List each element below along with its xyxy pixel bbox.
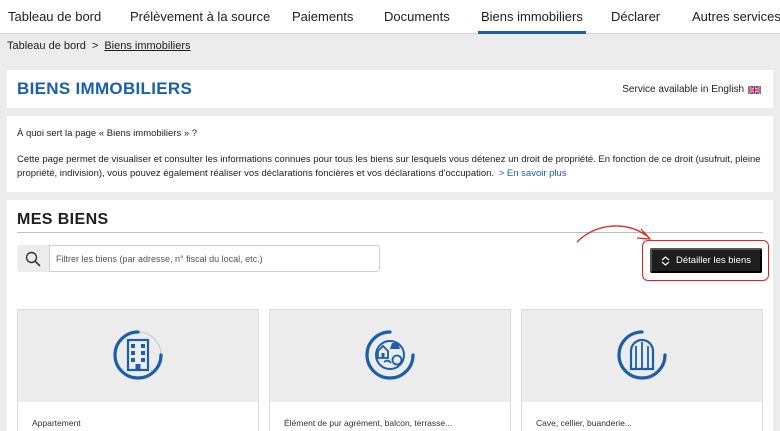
card-image-area xyxy=(522,310,762,402)
english-service-label: Service available in English xyxy=(622,84,744,95)
top-navigation: Tableau de bord Prélèvement à la source … xyxy=(0,0,780,34)
card-label: Cave, cellier, buanderie... xyxy=(536,418,632,428)
breadcrumb-home[interactable]: Tableau de bord xyxy=(7,40,86,52)
page-title: BIENS IMMOBILIERS xyxy=(17,79,193,98)
nav-item-tableau-de-bord[interactable]: Tableau de bord xyxy=(8,9,101,24)
cellar-icon xyxy=(617,330,667,380)
breadcrumb-current[interactable]: Biens immobiliers xyxy=(104,40,190,52)
detail-biens-button[interactable]: Détailler les biens xyxy=(650,248,762,273)
title-panel: BIENS IMMOBILIERS Service available in E… xyxy=(7,70,773,108)
learn-more-link[interactable]: > En savoir plus xyxy=(499,168,567,179)
card-image-area xyxy=(18,310,258,402)
info-text: Cette page permet de visualiser et consu… xyxy=(17,153,765,181)
property-card-agrement[interactable]: Élément de pur agrément, balcon, terrass… xyxy=(269,309,511,431)
property-card-cave[interactable]: Cave, cellier, buanderie... xyxy=(521,309,763,431)
search-bar xyxy=(17,245,380,272)
info-panel: À quoi sert la page « Biens immobiliers … xyxy=(7,116,773,192)
uk-flag-icon xyxy=(748,85,761,94)
info-description: Cette page permet de visualiser et consu… xyxy=(17,154,761,179)
nav-item-documents[interactable]: Documents xyxy=(384,9,450,24)
card-image-area xyxy=(270,310,510,402)
section-title: MES BIENS xyxy=(17,211,109,228)
nav-item-biens-immobiliers[interactable]: Biens immobiliers xyxy=(478,9,586,34)
nav-item-prelevement[interactable]: Prélèvement à la source xyxy=(130,9,270,24)
info-question: À quoi sert la page « Biens immobiliers … xyxy=(17,128,198,139)
apartment-building-icon xyxy=(113,330,163,380)
detail-biens-label: Détailler les biens xyxy=(676,255,751,266)
nav-item-paiements[interactable]: Paiements xyxy=(292,9,353,24)
nav-item-declarer[interactable]: Déclarer xyxy=(611,9,660,24)
mes-biens-panel: MES BIENS Détailler les biens xyxy=(7,200,773,431)
card-label: Élément de pur agrément, balcon, terrass… xyxy=(284,418,453,428)
nav-item-autres-services[interactable]: Autres services xyxy=(692,9,780,24)
leisure-elements-icon xyxy=(365,330,415,380)
search-input[interactable] xyxy=(49,245,380,272)
breadcrumb-separator: > xyxy=(91,40,99,52)
expand-collapse-icon xyxy=(661,255,670,266)
search-icon[interactable] xyxy=(17,245,49,272)
english-service-link[interactable]: Service available in English xyxy=(622,84,761,95)
breadcrumb: Tableau de bord > Biens immobiliers xyxy=(7,40,191,52)
property-card-appartement[interactable]: Appartement xyxy=(17,309,259,431)
card-label: Appartement xyxy=(32,418,81,428)
